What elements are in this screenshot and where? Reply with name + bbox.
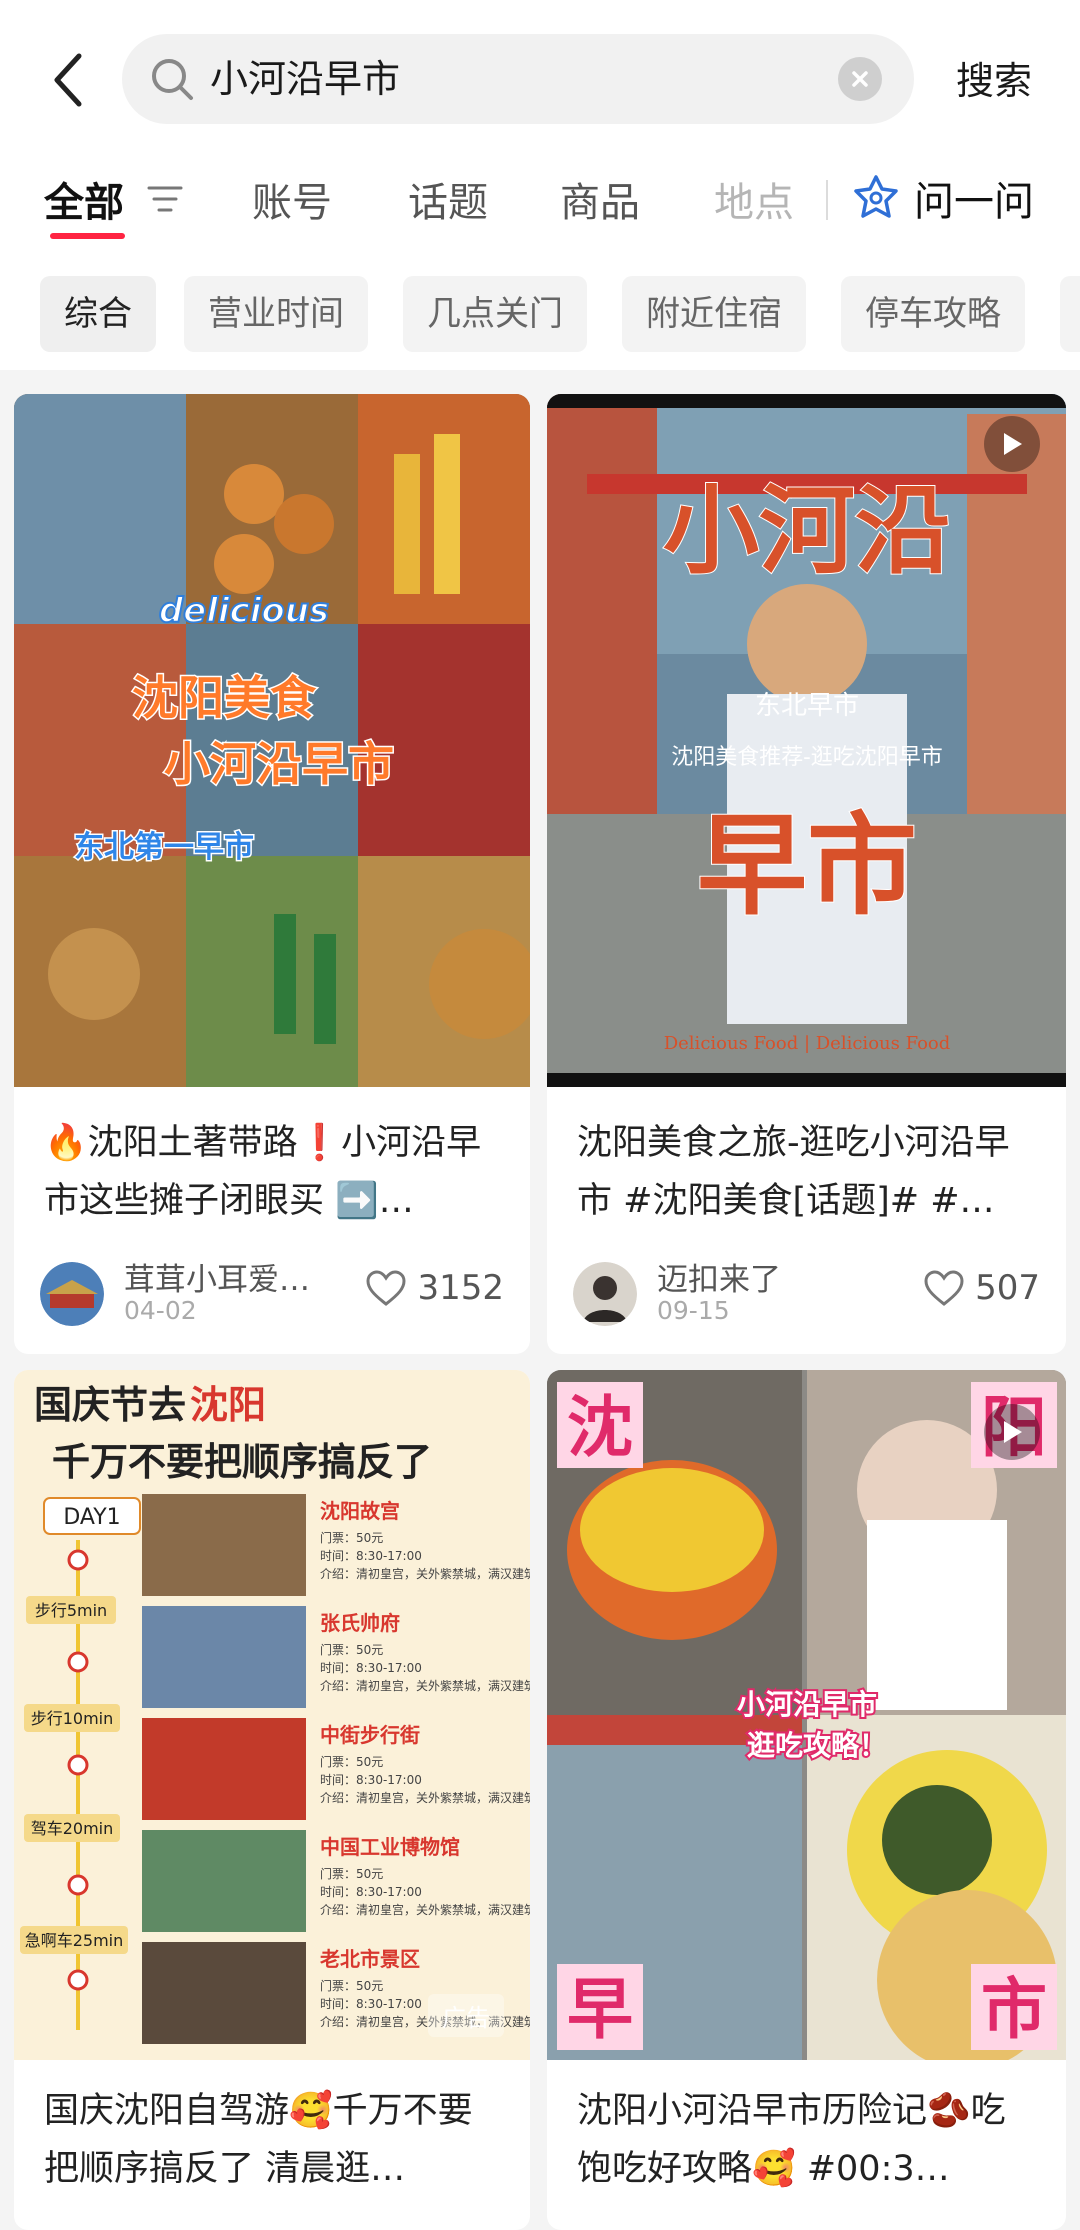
- author-name[interactable]: 迈扣来了: [657, 1254, 781, 1299]
- like-count: 507: [975, 1268, 1040, 1308]
- chip-general[interactable]: 综合: [40, 276, 156, 352]
- back-arrow-icon: [54, 53, 82, 107]
- tab-divider: [826, 180, 828, 220]
- note-card[interactable]: 国庆节去 沈阳 千万不要把顺序搞反了 DAY1 步行5min 步行10min 驾…: [14, 1370, 530, 2230]
- cover-image: 小河沿 东北早市 沈阳美食推荐-逛吃沈阳早市 早市 Delicious Food…: [547, 394, 1066, 1087]
- top-bar: 小河沿早市 搜索 全部 账号 话题 商品 地点 问一问 综合 营业时间 几点关门…: [0, 0, 1080, 370]
- cover-image: 国庆节去 沈阳 千万不要把顺序搞反了 DAY1 步行5min 步行10min 驾…: [14, 1370, 530, 2060]
- spot-name: 老北市景区: [320, 1947, 420, 1971]
- spot-detail: 时间：8:30-17:00: [320, 1997, 422, 2011]
- note-card[interactable]: 小河沿 东北早市 沈阳美食推荐-逛吃沈阳早市 早市 Delicious Food…: [547, 394, 1066, 1354]
- chip-closing-time[interactable]: 几点关门: [403, 276, 587, 352]
- search-button[interactable]: 搜索: [956, 50, 1032, 105]
- clear-search-button[interactable]: [838, 57, 882, 101]
- overlay-text: delicious: [159, 591, 329, 631]
- spot-name: 中街步行街: [320, 1723, 420, 1747]
- ask-label: 问一问: [914, 179, 1034, 225]
- spot-detail: 时间：8:30-17:00: [320, 1661, 422, 1675]
- avatar[interactable]: [40, 1262, 104, 1326]
- overlay-text: 早: [567, 1971, 633, 2048]
- tab-places[interactable]: 地点: [714, 170, 794, 228]
- tab-all[interactable]: 全部: [44, 170, 124, 228]
- note-card[interactable]: delicious 沈阳美食 小河沿早市 东北第一早市 🔥沈阳土著带路❗️小河沿…: [14, 394, 530, 1354]
- close-icon: [852, 71, 868, 87]
- tab-accounts[interactable]: 账号: [252, 170, 332, 228]
- ask-button[interactable]: 问一问: [852, 168, 1034, 228]
- day-label: DAY1: [63, 1505, 120, 1530]
- spot-name: 沈阳故宫: [320, 1499, 400, 1523]
- sparkle-icon: [854, 175, 898, 218]
- spot-detail: 门票：50元: [320, 1978, 383, 1993]
- overlay-text: 沈阳美食推荐-逛吃沈阳早市: [671, 745, 942, 770]
- cover-image: 沈 阳 早 市 小河沿早市 逛吃攻略！: [547, 1370, 1066, 2060]
- card-title: 沈阳小河沿早市历险记🫘吃饱吃好攻略🥰 #00:3…: [577, 2091, 1006, 2189]
- like-button[interactable]: 507: [923, 1268, 1040, 1308]
- spot-detail: 时间：8:30-17:00: [320, 1773, 422, 1787]
- spot-detail: 门票：50元: [320, 1642, 383, 1657]
- step-label: 步行10min: [31, 1709, 114, 1728]
- author-name[interactable]: 茸茸小耳爱…: [124, 1254, 310, 1299]
- cover-image: delicious 沈阳美食 小河沿早市 东北第一早市: [14, 394, 530, 1087]
- overlay-text: 东北第一早市: [74, 830, 254, 865]
- spot-detail: 介绍：清初皇宫，关外紫禁城，满汉建筑杰作。: [320, 1790, 530, 1805]
- spot-detail: 门票：50元: [320, 1530, 383, 1545]
- spot-detail: 门票：50元: [320, 1754, 383, 1769]
- spot-detail: 时间：8:30-17:00: [320, 1885, 422, 1899]
- tab-products[interactable]: 商品: [560, 170, 640, 228]
- step-label: 步行5min: [35, 1601, 107, 1620]
- like-button[interactable]: 3152: [365, 1268, 504, 1308]
- back-button[interactable]: [40, 45, 96, 115]
- avatar[interactable]: [573, 1262, 637, 1326]
- spot-detail: 介绍：清初皇宫，关外紫禁城，满汉建筑杰作。: [320, 1902, 530, 1917]
- video-play-icon: [984, 416, 1040, 472]
- overlay-text: 沈: [567, 1389, 633, 1466]
- filter-chips: 综合 营业时间 几点关门 附近住宿 停车攻略: [0, 276, 1080, 356]
- chip-nearby-hotels[interactable]: 附近住宿: [622, 276, 806, 352]
- spot-detail: 介绍：清初皇宫，关外紫禁城，满汉建筑杰作。: [320, 1678, 530, 1693]
- overlay-text: 国庆节去: [34, 1383, 186, 1427]
- active-tab-indicator: [50, 233, 125, 239]
- overlay-text: 早市: [697, 801, 917, 930]
- spot-detail: 介绍：清初皇宫，关外紫禁城，满汉建筑杰作。: [320, 1566, 530, 1581]
- category-tabs: 全部 账号 话题 商品 地点 问一问: [0, 160, 1080, 240]
- card-meta: 茸茸小耳爱… 04-02 3152: [40, 1260, 504, 1330]
- like-count: 3152: [417, 1268, 504, 1308]
- chip-more[interactable]: [1060, 276, 1080, 352]
- step-label: 驾车20min: [31, 1819, 114, 1838]
- overlay-text: Delicious Food | Delicious Food: [664, 1033, 951, 1054]
- chip-parking[interactable]: 停车攻略: [841, 276, 1025, 352]
- overlay-text: 小河沿早市: [164, 737, 394, 791]
- overlay-text: 小河沿早市: [737, 1688, 877, 1721]
- step-label: 急啊车25min: [25, 1931, 124, 1950]
- spot-detail: 时间：8:30-17:00: [320, 1549, 422, 1563]
- tab-topics[interactable]: 话题: [408, 170, 488, 228]
- overlay-text: 千万不要把顺序搞反了: [52, 1440, 432, 1484]
- search-icon: [152, 59, 193, 100]
- post-date: 09-15: [657, 1296, 730, 1325]
- overlay-text: 沈阳美食: [132, 671, 317, 725]
- ad-label: 广告: [428, 1994, 504, 2037]
- overlay-text: 东北早市: [755, 691, 859, 721]
- card-title: 国庆沈阳自驾游🥰千万不要把顺序搞反了 清晨逛…: [44, 2091, 473, 2189]
- post-date: 04-02: [124, 1296, 197, 1325]
- spot-detail: 门票：50元: [320, 1866, 383, 1881]
- card-meta: 迈扣来了 09-15 507: [573, 1260, 1040, 1330]
- overlay-text: 小河沿: [663, 474, 951, 587]
- card-title: 🔥沈阳土著带路❗️小河沿早市这些摊子闭眼买 ➡️…: [44, 1123, 482, 1221]
- chip-opening-hours[interactable]: 营业时间: [184, 276, 368, 352]
- filter-icon[interactable]: [145, 182, 185, 216]
- heart-icon: [366, 1270, 406, 1306]
- overlay-text: 沈阳: [190, 1383, 266, 1427]
- spot-name: 张氏帅府: [320, 1611, 400, 1635]
- overlay-text: 逛吃攻略！: [747, 1729, 887, 1762]
- overlay-text: 市: [981, 1971, 1047, 2048]
- heart-icon: [924, 1270, 964, 1306]
- search-query: 小河沿早市: [210, 57, 401, 101]
- note-card[interactable]: 沈 阳 早 市 小河沿早市 逛吃攻略！ 沈阳小河沿早市历险记🫘吃饱吃好攻略🥰 #…: [547, 1370, 1066, 2230]
- search-input[interactable]: 小河沿早市: [122, 34, 914, 124]
- card-title: 沈阳美食之旅-逛吃小河沿早市 #沈阳美食[话题]# #…: [577, 1123, 1010, 1221]
- spot-name: 中国工业博物馆: [320, 1835, 460, 1859]
- video-play-icon: [984, 1404, 1040, 1460]
